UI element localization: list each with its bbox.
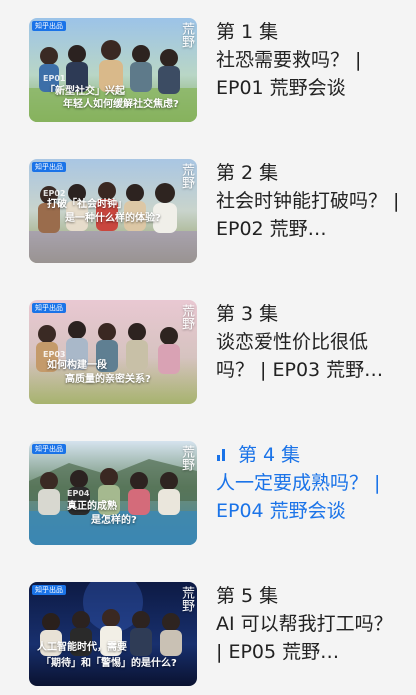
episode-item-1[interactable]: 知乎出品 荒野 EP01 「新型社交」兴起 年轻人如何缓解社交焦虑? 第 1 集… [29, 18, 404, 126]
episode-title: AI 可以帮我打工吗？ | EP05 荒野… [216, 613, 393, 663]
series-logo: 荒野 [179, 22, 194, 48]
thumbnail-caption-line-1: 人工智能时代，需要 [37, 642, 127, 653]
episode-number: 第 4 集 [216, 441, 404, 469]
series-logo: 荒野 [179, 586, 194, 612]
thumbnail-badge: 知乎出品 [32, 162, 66, 172]
episode-text[interactable]: 第 4 集 人一定要成熟吗？ | EP04 荒野会谈 [216, 441, 404, 525]
thumbnail-caption-line-2: 是一种什么样的体验? [65, 213, 161, 224]
episode-thumbnail[interactable]: 知乎出品 荒野 人工智能时代，需要 「期待」和「警惕」的是什么? [29, 582, 197, 686]
thumbnail-caption-line-2: 高质量的亲密关系? [65, 374, 151, 385]
episode-thumbnail[interactable]: 知乎出品 荒野 EP04 真正的成熟 是怎样的? [29, 441, 197, 545]
episode-title: 谈恋爱性价比很低吗？ | EP03 荒野… [216, 331, 384, 381]
thumbnail-episode-code: EP02 [43, 189, 66, 198]
episode-text[interactable]: 第 1 集 社恐需要救吗？ | EP01 荒野会谈 [216, 18, 404, 102]
episode-title: 人一定要成熟吗？ | EP04 荒野会谈 [216, 472, 381, 522]
episode-thumbnail[interactable]: 知乎出品 荒野 EP03 如何构建一段 高质量的亲密关系? [29, 300, 197, 404]
episode-title: 社会时钟能打破吗？ | EP02 荒野… [216, 190, 400, 240]
thumbnail-badge: 知乎出品 [32, 444, 66, 454]
thumbnail-episode-code: EP01 [43, 74, 66, 83]
episode-thumbnail[interactable]: 知乎出品 荒野 EP01 「新型社交」兴起 年轻人如何缓解社交焦虑? [29, 18, 197, 122]
thumbnail-badge: 知乎出品 [32, 21, 66, 31]
episode-number: 第 2 集 [216, 162, 279, 184]
episode-thumbnail[interactable]: 知乎出品 荒野 EP02 打破「社会时钟」 是一种什么样的体验? [29, 159, 197, 263]
thumbnail-caption-line-1: 如何构建一段 [47, 360, 107, 371]
thumbnail-caption-line-1: 真正的成熟 [67, 501, 117, 512]
episode-item-5[interactable]: 知乎出品 荒野 人工智能时代，需要 「期待」和「警惕」的是什么? 第 5 集 A… [29, 582, 404, 690]
thumbnail-episode-code: EP03 [43, 350, 66, 359]
series-logo: 荒野 [179, 163, 194, 189]
thumbnail-episode-code: EP04 [67, 489, 90, 498]
thumbnail-badge: 知乎出品 [32, 303, 66, 313]
thumbnail-caption-line-1: 「新型社交」兴起 [45, 86, 125, 97]
series-logo: 荒野 [179, 304, 194, 330]
episode-item-3[interactable]: 知乎出品 荒野 EP03 如何构建一段 高质量的亲密关系? 第 3 集 谈恋爱性… [29, 300, 404, 408]
thumbnail-caption-line-2: 是怎样的? [91, 515, 137, 526]
episode-number: 第 5 集 [216, 585, 279, 607]
playing-bars-icon [216, 447, 230, 461]
thumbnail-caption-line-2: 年轻人如何缓解社交焦虑? [63, 99, 179, 110]
episode-list: 知乎出品 荒野 EP01 「新型社交」兴起 年轻人如何缓解社交焦虑? 第 1 集… [0, 0, 416, 695]
episode-number: 第 1 集 [216, 21, 279, 43]
episode-text[interactable]: 第 3 集 谈恋爱性价比很低吗？ | EP03 荒野… [216, 300, 404, 384]
series-logo: 荒野 [179, 445, 194, 471]
episode-item-2[interactable]: 知乎出品 荒野 EP02 打破「社会时钟」 是一种什么样的体验? 第 2 集 社… [29, 159, 404, 267]
episode-number-label: 第 4 集 [238, 444, 301, 466]
thumbnail-image [29, 441, 197, 545]
thumbnail-badge: 知乎出品 [32, 585, 66, 595]
episode-title: 社恐需要救吗？ | EP01 荒野会谈 [216, 49, 362, 99]
thumbnail-image [29, 159, 197, 263]
thumbnail-caption-line-1: 打破「社会时钟」 [47, 199, 127, 210]
thumbnail-caption-line-2: 「期待」和「警惕」的是什么? [41, 658, 177, 669]
episode-number: 第 3 集 [216, 303, 279, 325]
episode-text[interactable]: 第 5 集 AI 可以帮我打工吗？ | EP05 荒野… [216, 582, 404, 666]
episode-text[interactable]: 第 2 集 社会时钟能打破吗？ | EP02 荒野… [216, 159, 404, 243]
thumbnail-image [29, 582, 197, 686]
episode-item-4-active[interactable]: 知乎出品 荒野 EP04 真正的成熟 是怎样的? 第 4 集 人一定要成熟吗？ … [29, 441, 404, 549]
